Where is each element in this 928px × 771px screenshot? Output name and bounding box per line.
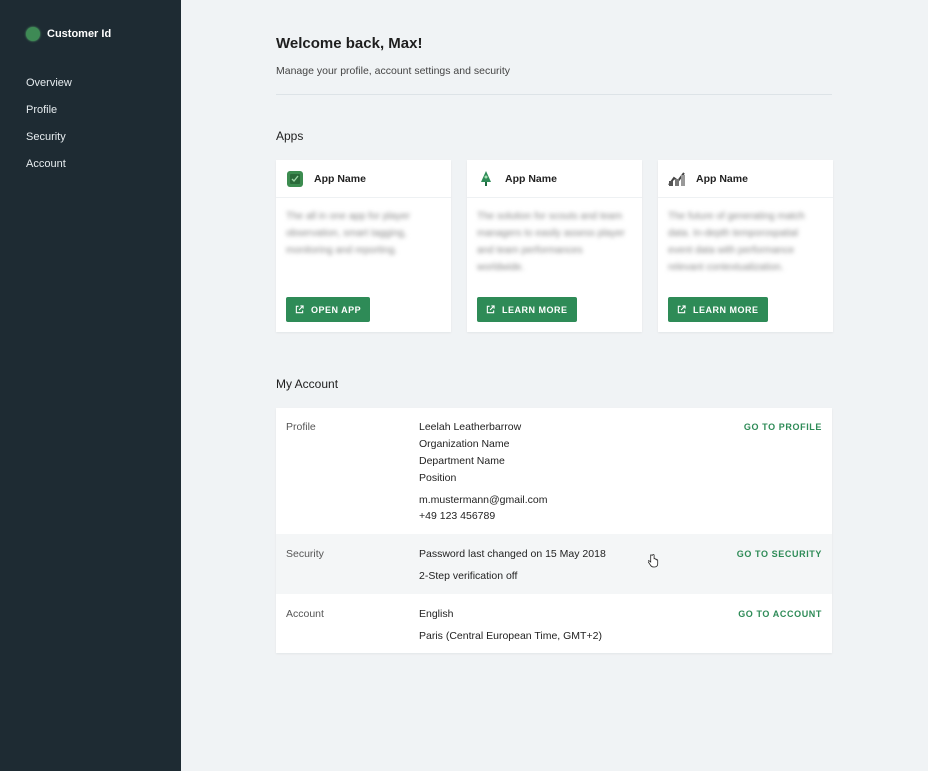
profile-position: Position — [419, 472, 457, 484]
profile-organization: Organization Name — [419, 438, 510, 450]
my-account-section-title: My Account — [276, 377, 339, 391]
sidebar-item-account[interactable]: Account — [26, 157, 72, 184]
hand-cursor-icon — [648, 554, 659, 568]
password-status: Password last changed on 15 May 2018 — [419, 548, 606, 560]
profile-department: Department Name — [419, 455, 505, 467]
app-name: App Name — [696, 172, 748, 185]
button-label: LEARN MORE — [502, 304, 568, 315]
profile-email: m.mustermann@gmail.com — [419, 494, 548, 506]
app-name: App Name — [505, 172, 557, 185]
button-label: LEARN MORE — [693, 304, 759, 315]
profile-row-label: Profile — [286, 421, 316, 433]
security-row-label: Security — [286, 548, 324, 560]
profile-name: Leelah Leatherbarrow — [419, 421, 522, 433]
brand-logo-icon — [26, 27, 40, 41]
learn-more-button[interactable]: LEARN MORE — [477, 297, 577, 322]
profile-row: Profile Leelah Leatherbarrow Organizatio… — [276, 408, 832, 534]
profile-phone: +49 123 456789 — [419, 510, 496, 522]
go-to-account-link[interactable]: GO TO ACCOUNT — [738, 609, 822, 619]
sidebar-item-overview[interactable]: Overview — [26, 76, 72, 103]
two-step-status: 2-Step verification off — [419, 570, 518, 582]
go-to-security-link[interactable]: GO TO SECURITY — [737, 549, 822, 559]
button-label: OPEN APP — [311, 304, 362, 315]
tagging-app-icon — [286, 170, 304, 188]
app-card-header: App Name — [658, 160, 833, 198]
app-card: App Name The future of generating match … — [658, 160, 833, 332]
account-timezone: Paris (Central European Time, GMT+2) — [419, 630, 602, 642]
app-name: App Name — [314, 172, 366, 185]
header-divider — [276, 94, 832, 95]
app-card: App Name The solution for scouts and tea… — [467, 160, 642, 332]
app-card-header: App Name — [467, 160, 642, 198]
sidebar-item-profile[interactable]: Profile — [26, 103, 72, 130]
go-to-profile-link[interactable]: GO TO PROFILE — [744, 422, 822, 432]
apps-section-title: Apps — [276, 129, 304, 143]
brand-name: Customer Id — [47, 28, 112, 40]
apps-grid: App Name The all in one app for player o… — [276, 160, 833, 332]
scouting-app-icon — [477, 170, 495, 188]
app-description: The all in one app for player observatio… — [286, 211, 410, 256]
account-language: English — [419, 608, 454, 620]
page-subtitle: Manage your profile, account settings an… — [276, 65, 511, 77]
external-link-icon — [295, 305, 304, 314]
app-card: App Name The all in one app for player o… — [276, 160, 451, 332]
sidebar-nav: Overview Profile Security Account — [26, 76, 72, 184]
page-title: Welcome back, Max! — [276, 35, 423, 52]
open-app-button[interactable]: OPEN APP — [286, 297, 371, 322]
app-description: The future of generating match data. In-… — [668, 211, 805, 273]
account-summary-panel: Profile Leelah Leatherbarrow Organizatio… — [276, 408, 832, 653]
app-card-header: App Name — [276, 160, 451, 198]
brand[interactable]: Customer Id — [26, 27, 111, 41]
account-row: Account English Paris (Central European … — [276, 594, 832, 653]
security-row: Security Password last changed on 15 May… — [276, 534, 832, 594]
external-link-icon — [677, 305, 686, 314]
app-description: The solution for scouts and team manager… — [477, 211, 625, 273]
sidebar-item-security[interactable]: Security — [26, 130, 72, 157]
external-link-icon — [486, 305, 495, 314]
account-row-label: Account — [286, 608, 324, 620]
learn-more-button[interactable]: LEARN MORE — [668, 297, 768, 322]
data-app-icon — [668, 170, 686, 188]
sidebar: Customer Id Overview Profile Security Ac… — [0, 0, 181, 771]
